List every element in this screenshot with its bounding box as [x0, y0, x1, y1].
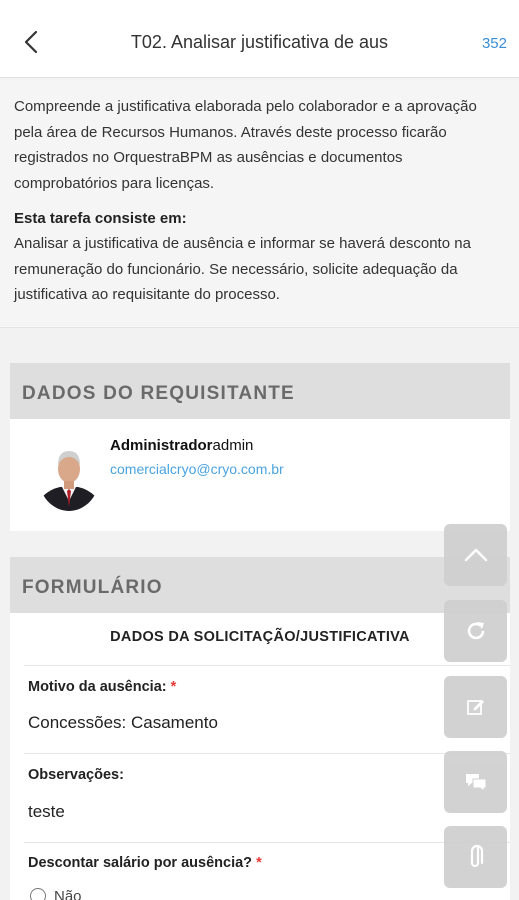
refresh-button[interactable]: [444, 600, 507, 662]
form-section-header: FORMULÁRIO: [10, 557, 510, 613]
app-header: T02. Analisar justificativa de aus 352: [0, 0, 519, 78]
refresh-icon: [467, 622, 484, 640]
form-section-title: FORMULÁRIO: [22, 577, 163, 598]
observations-label: Observações:: [28, 767, 124, 783]
requester-section-title: DADOS DO REQUISITANTE: [22, 383, 295, 404]
attachment-button[interactable]: [444, 826, 507, 888]
form-subtitle: DADOS DA SOLICITAÇÃO/JUSTIFICATIVA: [110, 629, 410, 645]
task-count[interactable]: 352: [482, 35, 507, 52]
avatar: [38, 439, 100, 511]
requester-email[interactable]: comercialcryo@cryo.com.br: [110, 461, 284, 477]
chat-icon: [465, 774, 486, 792]
divider: [24, 753, 510, 754]
edit-icon: [466, 700, 484, 715]
absence-reason-value[interactable]: Concessões: Casamento: [28, 713, 218, 733]
task-description: Compreende a justificativa elaborada pel…: [0, 80, 519, 328]
absence-reason-label: Motivo da ausência: *: [28, 679, 177, 695]
comments-button[interactable]: [444, 751, 507, 813]
radio-no[interactable]: [30, 888, 46, 900]
page-title: T02. Analisar justificativa de aus: [130, 32, 389, 52]
chevron-up-icon: [464, 548, 487, 562]
task-text: Analisar a justificativa de ausência e i…: [14, 235, 471, 303]
attachment-icon: [470, 844, 483, 868]
requester-card: Administradoradmin comercialcryo@cryo.co…: [10, 419, 510, 531]
task-heading: Esta tarefa consiste em:: [14, 210, 187, 227]
scroll-top-button[interactable]: [444, 524, 507, 586]
radio-no-label: Não: [54, 888, 82, 900]
form-card: DADOS DA SOLICITAÇÃO/JUSTIFICATIVA Motiv…: [10, 613, 510, 900]
observations-value[interactable]: teste: [28, 802, 65, 822]
salary-discount-label: Descontar salário por ausência? *: [28, 855, 262, 871]
requester-section-header: DADOS DO REQUISITANTE: [10, 363, 510, 419]
divider: [24, 842, 510, 843]
description-intro: Compreende a justificativa elaborada pel…: [14, 98, 477, 192]
divider: [24, 665, 510, 666]
requester-name: Administradoradmin: [110, 437, 254, 454]
edit-button[interactable]: [444, 676, 507, 738]
